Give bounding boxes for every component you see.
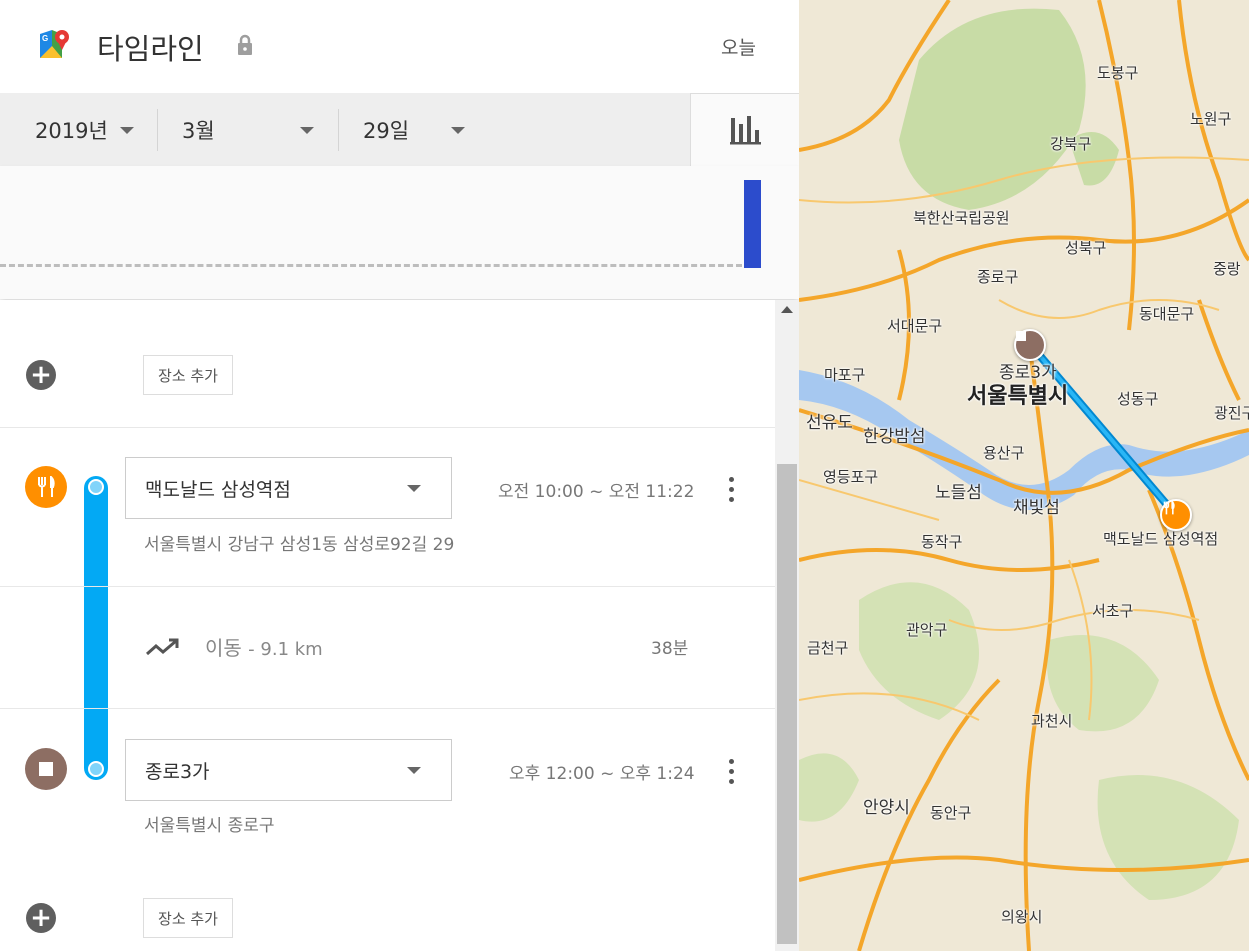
map-label: 중랑: [1213, 260, 1241, 278]
add-place-button[interactable]: 장소 추가: [143, 898, 233, 938]
map-label: 북한산국립공원: [913, 209, 1010, 227]
chevron-down-icon: [120, 127, 134, 134]
day-value: 29일: [363, 118, 410, 143]
more-options-icon[interactable]: [729, 477, 735, 503]
day-select[interactable]: 29일: [363, 93, 483, 166]
scrollbar-thumb[interactable]: [777, 464, 797, 944]
page-title: 타임라인: [97, 32, 204, 66]
scroll-up-arrow-icon[interactable]: [781, 306, 793, 313]
timeline-panel: G 타임라인 오늘 2019년 3월 29일 + 장소 추가 맥도날드 삼성역점…: [0, 0, 799, 951]
map-label: 용산구: [983, 444, 1025, 462]
restaurant-pin-icon[interactable]: [1160, 499, 1192, 531]
date-selector-bar: 2019년 3월 29일: [0, 93, 691, 167]
bar-chart-icon: [730, 116, 761, 145]
map-label: 노들섬: [935, 483, 982, 503]
map-label: 과천시: [1031, 712, 1073, 730]
map-label: 강북구: [1050, 135, 1092, 153]
map-label: 서대문구: [887, 317, 943, 335]
map-label: 노원구: [1190, 110, 1232, 128]
lock-icon: [235, 34, 255, 56]
divider: [0, 708, 775, 709]
map-label: 안양시: [863, 798, 910, 818]
route-dot: [88, 479, 104, 495]
graph-baseline: [0, 264, 742, 267]
map-label: 의왕시: [1001, 908, 1043, 926]
chevron-down-icon: [407, 485, 421, 492]
map-label: 서울특별시: [967, 384, 1069, 409]
place-select-jongno3ga[interactable]: 종로3가: [125, 739, 452, 801]
visit-time: 오후 12:00 ~ 오후 1:24: [509, 764, 695, 784]
travel-duration: 38분: [651, 639, 689, 659]
divider: [0, 427, 775, 428]
divider: [157, 109, 158, 151]
plus-icon[interactable]: +: [26, 360, 56, 390]
map-label: 서초구: [1092, 602, 1134, 620]
chevron-down-icon: [407, 767, 421, 774]
divider: [0, 586, 775, 587]
travel-summary: 이동 - 9.1 km: [205, 632, 323, 661]
header: G 타임라인 오늘: [0, 0, 799, 93]
stop-icon: [25, 748, 67, 790]
place-name: 맥도날드 삼성역점: [145, 479, 291, 501]
activity-graph: [0, 166, 799, 299]
map-label: 마포구: [824, 366, 866, 384]
map-label: 동작구: [921, 533, 963, 551]
map-label: 맥도날드 삼성역점: [1103, 530, 1219, 548]
route-connector: [84, 476, 108, 780]
graph-bar[interactable]: [744, 180, 761, 268]
map-label: 영등포구: [823, 468, 879, 486]
add-place-button[interactable]: 장소 추가: [143, 355, 233, 395]
chevron-down-icon: [300, 127, 314, 134]
year-select[interactable]: 2019년: [35, 93, 150, 166]
svg-text:G: G: [42, 34, 48, 43]
map-label: 동대문구: [1139, 305, 1195, 323]
google-maps-logo-icon: G: [38, 28, 70, 60]
place-select-mcdonalds[interactable]: 맥도날드 삼성역점: [125, 457, 452, 519]
map-label: 선유도: [806, 413, 853, 433]
year-value: 2019년: [35, 118, 108, 143]
timeline-list: [0, 300, 775, 951]
today-button[interactable]: 오늘: [721, 33, 756, 60]
place-address: 서울특별시 강남구 삼성1동 삼성로92길 29: [144, 535, 455, 555]
map-label: 한강밤섬: [863, 427, 926, 447]
map-label: 동안구: [930, 804, 972, 822]
map-label: 금천구: [807, 639, 849, 657]
trending-up-icon: [146, 638, 179, 656]
map-label: 성북구: [1065, 239, 1107, 257]
plus-icon[interactable]: +: [26, 903, 56, 933]
visit-time: 오전 10:00 ~ 오전 11:22: [498, 482, 695, 502]
chart-toggle-button[interactable]: [690, 93, 799, 167]
restaurant-icon: [25, 466, 67, 508]
chevron-down-icon: [451, 127, 465, 134]
month-value: 3월: [182, 118, 215, 143]
travel-label: 이동: [205, 636, 242, 660]
map-label: 관악구: [906, 621, 948, 639]
month-select[interactable]: 3월: [182, 93, 332, 166]
place-address: 서울특별시 종로구: [144, 816, 275, 836]
divider: [338, 109, 339, 151]
more-options-icon[interactable]: [729, 759, 735, 785]
map-label: 광진구: [1214, 404, 1249, 422]
map-label: 종로구: [977, 268, 1019, 286]
travel-distance: - 9.1 km: [248, 639, 323, 660]
map-label: 도봉구: [1097, 64, 1139, 82]
place-name: 종로3가: [145, 761, 210, 783]
scrollbar[interactable]: [775, 300, 799, 951]
map-view[interactable]: 도봉구 노원구 강북구 북한산국립공원 성북구 중랑 종로구 동대문구 서대문구…: [799, 0, 1249, 951]
route-dot: [88, 761, 104, 777]
map-label: 채빛섬: [1013, 498, 1060, 518]
map-label: 성동구: [1117, 390, 1159, 408]
stop-pin-icon[interactable]: [1014, 329, 1046, 361]
